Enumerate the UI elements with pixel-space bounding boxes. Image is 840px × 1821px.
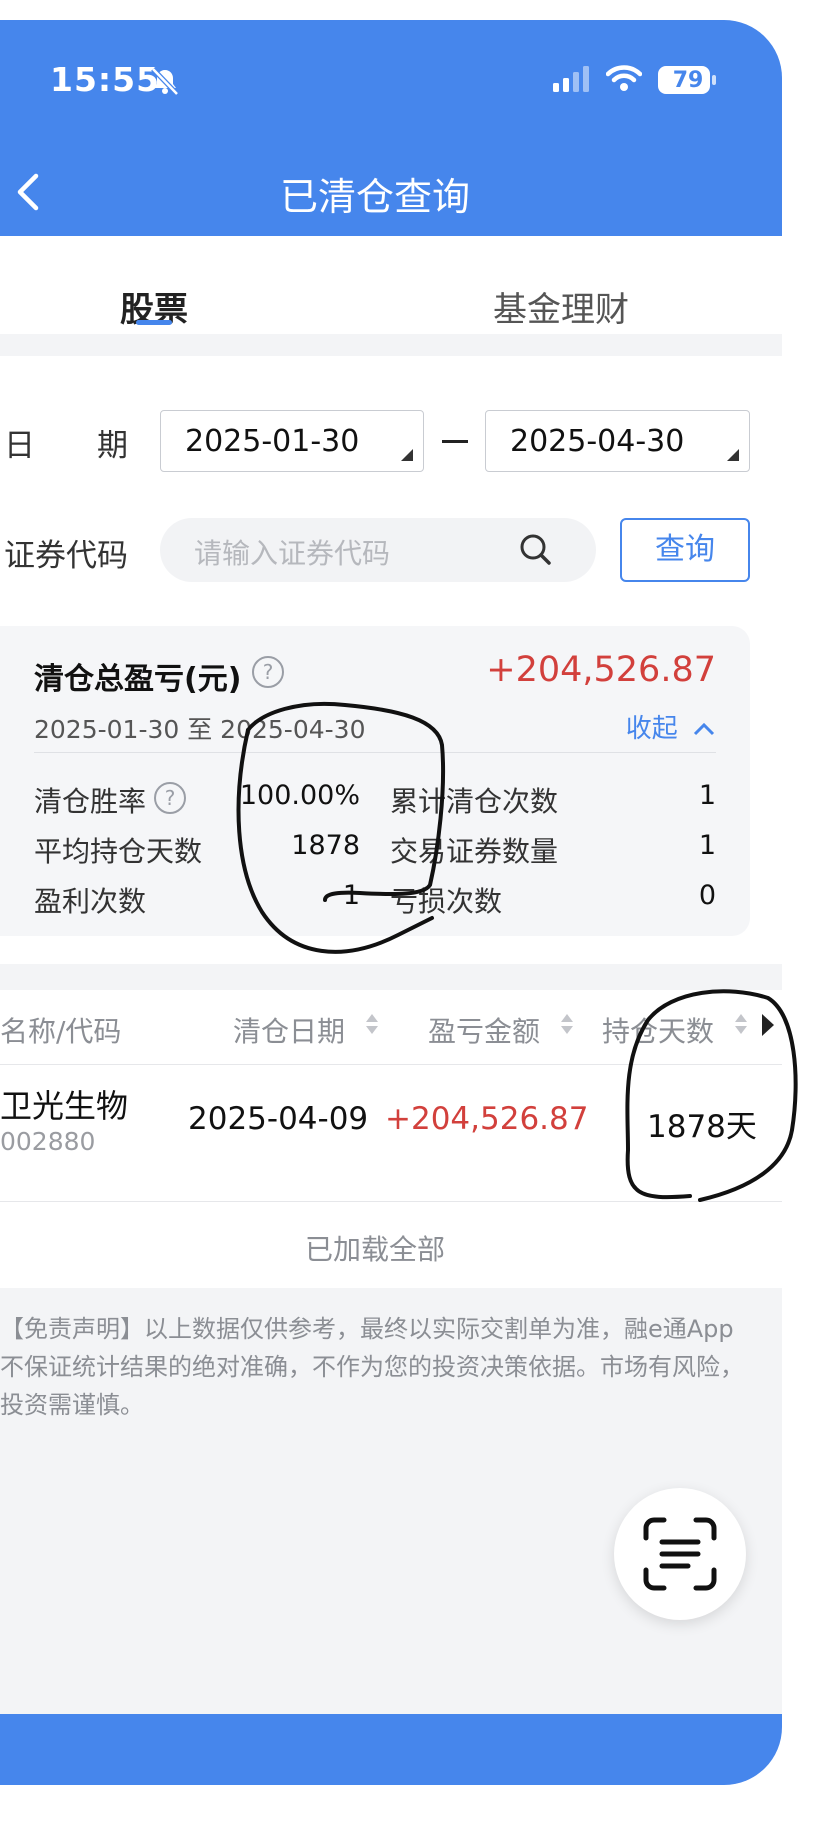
wifi-icon bbox=[606, 65, 642, 91]
load-status: 已加载全部 bbox=[0, 1202, 782, 1288]
summary-date-range: 2025-01-30 至 2025-04-30 bbox=[34, 715, 366, 744]
stock-name: 卫光生物 bbox=[0, 1087, 129, 1125]
profit-count-value: 1 bbox=[342, 880, 360, 911]
battery-level: 79 bbox=[672, 68, 704, 93]
bottom-bar bbox=[0, 1714, 782, 1785]
column-clear-date[interactable]: 清仓日期 bbox=[233, 1010, 345, 1050]
code-label: 证券代码 bbox=[4, 538, 128, 574]
win-rate-value: 100.00% bbox=[239, 780, 360, 811]
avg-days-label: 平均持仓天数 bbox=[34, 835, 203, 868]
scan-text-icon bbox=[643, 1517, 717, 1591]
loss-count-label: 亏损次数 bbox=[390, 885, 503, 918]
phone-screen: 15:55 79 已清仓查询 股票 基金理财 日 期 2025-01-30 20… bbox=[0, 20, 782, 1785]
bell-slash-icon bbox=[151, 67, 179, 96]
column-name-code: 名称/代码 bbox=[0, 1015, 122, 1048]
avg-days-value: 1878 bbox=[291, 830, 360, 861]
end-date-value: 2025-04-30 bbox=[510, 424, 685, 459]
active-tab-indicator bbox=[136, 320, 172, 325]
chevron-up-icon bbox=[693, 722, 715, 736]
signal-icon bbox=[553, 66, 589, 92]
total-profit-loss: +204,526.87 bbox=[486, 650, 716, 690]
profit-count-label: 盈利次数 bbox=[34, 885, 147, 918]
clear-date: 2025-04-09 bbox=[188, 1101, 369, 1137]
securities-value: 1 bbox=[698, 830, 716, 861]
sort-icon[interactable] bbox=[561, 1014, 573, 1034]
win-rate-label: 清仓胜率 bbox=[34, 785, 147, 818]
stock-code: 002880 bbox=[0, 1127, 96, 1156]
summary-divider bbox=[34, 752, 716, 753]
column-hold-days[interactable]: 持仓天数 bbox=[602, 1010, 714, 1050]
tab-bar: 股票 基金理财 bbox=[0, 236, 782, 334]
collapse-label: 收起 bbox=[625, 714, 678, 744]
start-date-value: 2025-01-30 bbox=[185, 424, 360, 459]
table-row[interactable]: 卫光生物 002880 2025-04-09 +204,526.87 1878天 bbox=[0, 1065, 782, 1202]
start-date-picker[interactable]: 2025-01-30 bbox=[160, 410, 424, 472]
code-search-placeholder: 请输入证券代码 bbox=[194, 537, 391, 570]
help-icon[interactable]: ? bbox=[154, 782, 186, 814]
collapse-toggle[interactable]: 收起 bbox=[626, 708, 716, 745]
summary-title: 清仓总盈亏(元) bbox=[34, 662, 242, 697]
page-title: 已清仓查询 bbox=[279, 175, 470, 219]
securities-label: 交易证券数量 bbox=[390, 835, 559, 868]
date-range-dash bbox=[442, 440, 468, 443]
query-button[interactable]: 查询 bbox=[620, 518, 750, 582]
loss-count-value: 0 bbox=[698, 880, 716, 911]
table-header: 名称/代码 清仓日期 盈亏金额 持仓天数 bbox=[0, 990, 782, 1065]
search-icon[interactable] bbox=[518, 532, 554, 568]
dropdown-corner-icon bbox=[727, 449, 739, 461]
status-time: 15:55 bbox=[50, 60, 161, 99]
total-clear-label: 累计清仓次数 bbox=[390, 785, 559, 818]
loaded-all-text: 已加载全部 bbox=[304, 1233, 445, 1266]
disclaimer-text: 【免责声明】以上数据仅供参考，最终以实际交割单为准，融e通App不保证统计结果的… bbox=[0, 1315, 744, 1419]
dropdown-corner-icon bbox=[401, 449, 413, 461]
total-clear-value: 1 bbox=[698, 780, 716, 811]
date-label: 日 期 bbox=[4, 428, 128, 464]
tab-funds[interactable]: 基金理财 bbox=[493, 282, 629, 331]
profit-loss-amount: +204,526.87 bbox=[385, 1101, 589, 1137]
scan-button[interactable] bbox=[614, 1488, 746, 1620]
hold-days: 1878天 bbox=[647, 1109, 757, 1145]
column-profit-loss[interactable]: 盈亏金额 bbox=[428, 1010, 540, 1050]
app-header: 15:55 79 已清仓查询 bbox=[0, 20, 782, 236]
code-search-input[interactable]: 请输入证券代码 bbox=[160, 518, 596, 582]
sort-icon[interactable] bbox=[366, 1014, 378, 1034]
help-icon[interactable]: ? bbox=[252, 656, 284, 688]
sort-icon[interactable] bbox=[735, 1014, 747, 1034]
summary-card: 清仓总盈亏(元) ? +204,526.87 2025-01-30 至 2025… bbox=[0, 626, 750, 936]
end-date-picker[interactable]: 2025-04-30 bbox=[485, 410, 750, 472]
scroll-right-arrow-icon[interactable] bbox=[762, 1014, 774, 1036]
